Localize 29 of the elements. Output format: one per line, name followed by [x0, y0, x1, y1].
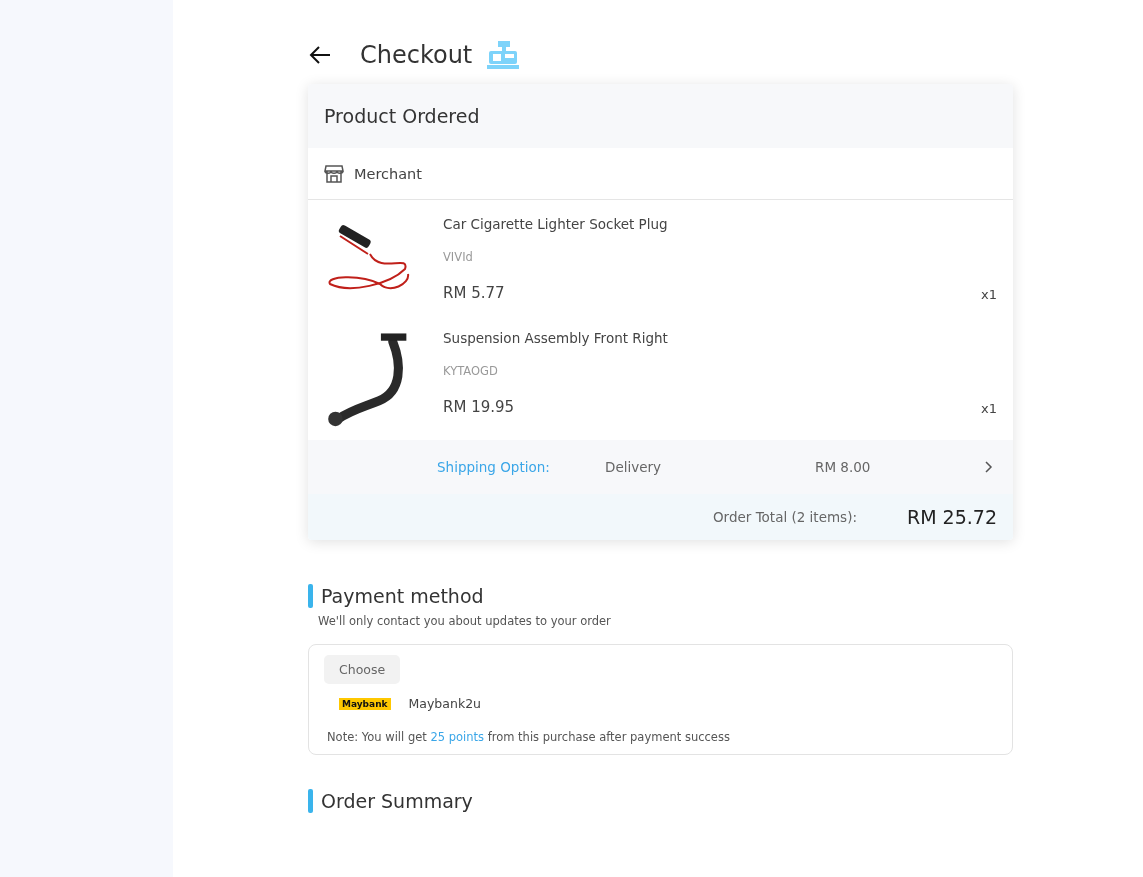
shipping-method: Delivery — [605, 459, 663, 475]
card-title: Product Ordered — [308, 84, 1013, 148]
choose-button[interactable]: Choose — [324, 655, 401, 684]
section-subtitle: We'll only contact you about updates to your order — [318, 614, 612, 628]
product-name: Suspension Assembly Front Right — [443, 330, 669, 346]
product-quantity: x1 — [981, 287, 997, 302]
product-quantity: x1 — [981, 401, 997, 416]
section-accent-bar — [308, 789, 313, 813]
shipping-label: Shipping Option: — [437, 459, 551, 475]
section-title: Payment method — [321, 585, 484, 607]
bank-logo: Maybank — [339, 697, 391, 710]
section-accent-bar — [308, 584, 313, 608]
order-total-value: RM 25.72 — [906, 506, 997, 528]
shipping-option-row[interactable]: Shipping Option: Delivery RM 8.00 — [308, 440, 1013, 494]
merchant-name: Merchant — [354, 165, 422, 182]
section-title: Order Summary — [321, 790, 473, 812]
store-icon — [324, 164, 344, 183]
order-total-label: Order Total (2 items): — [713, 509, 857, 525]
bank-name: Maybank2u — [408, 696, 481, 711]
points-link[interactable]: 25 points — [430, 730, 485, 744]
product-price: RM 5.77 — [443, 284, 505, 302]
product-price: RM 19.95 — [443, 398, 515, 416]
shipping-price: RM 8.00 — [815, 459, 872, 475]
points-note: Note: You will get 25 points from this purchase after payment success — [327, 730, 731, 744]
product-brand: VIVId — [443, 250, 474, 264]
cash-register-icon — [486, 40, 521, 70]
product-brand: KYTAOGD — [443, 364, 499, 378]
page-title: Checkout — [360, 41, 473, 69]
product-name: Car Cigarette Lighter Socket Plug — [443, 216, 669, 232]
